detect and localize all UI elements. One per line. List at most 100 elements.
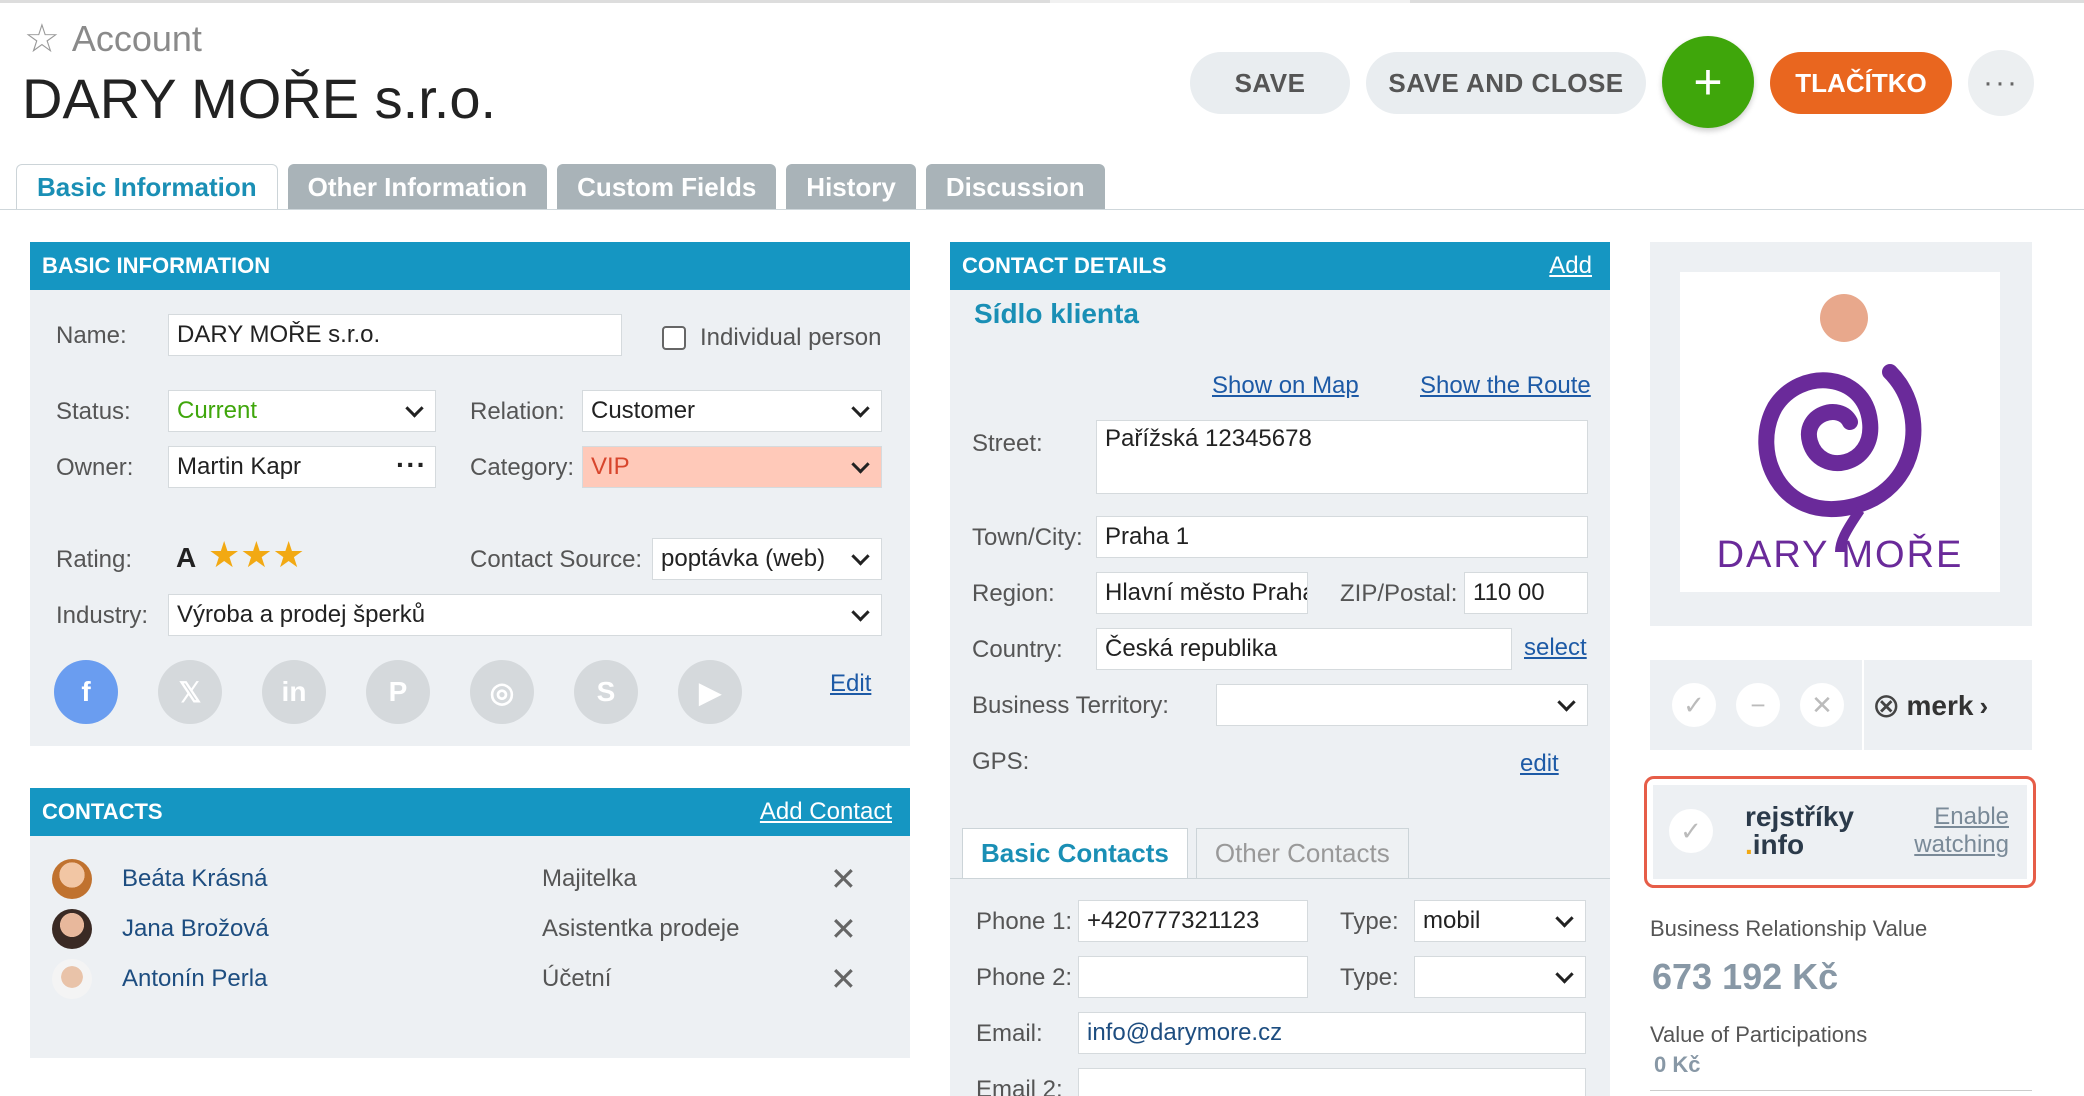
region-label: Region: — [972, 580, 1055, 607]
street-input[interactable]: Pařížská 12345678 — [1096, 420, 1588, 494]
region-input[interactable]: Hlavní město Praha — [1096, 572, 1308, 614]
custom-action-button[interactable]: TLAČÍTKO — [1770, 52, 1952, 114]
name-label: Name: — [56, 322, 127, 349]
chevron-right-icon: › — [1979, 690, 1989, 721]
neutral-icon[interactable]: − — [1736, 683, 1780, 727]
phone2-type-select[interactable] — [1414, 956, 1586, 998]
business-relationship-value: 673 192 Kč — [1652, 956, 1839, 997]
contact-name[interactable]: Jana Brožová — [122, 915, 269, 943]
owner-picker-icon[interactable]: ··· — [396, 449, 427, 481]
tab-basic-contacts[interactable]: Basic Contacts — [962, 828, 1188, 878]
email2-input[interactable] — [1078, 1068, 1586, 1096]
status-select[interactable]: Current — [168, 390, 436, 432]
phone1-type-select[interactable]: mobil — [1414, 900, 1586, 942]
add-address-link[interactable]: Add — [1549, 252, 1592, 280]
linkedin-icon[interactable]: in — [262, 660, 326, 724]
business-territory-select[interactable] — [1216, 684, 1588, 726]
contact-name[interactable]: Beáta Krásná — [122, 865, 267, 893]
avatar — [52, 859, 92, 899]
reject-icon[interactable]: ✕ — [1800, 683, 1844, 727]
select-country-link[interactable]: select — [1524, 634, 1587, 662]
x-twitter-icon[interactable]: 𝕏 — [158, 660, 222, 724]
show-on-map-link[interactable]: Show on Map — [1212, 372, 1359, 400]
panel-header: CONTACT DETAILS Add — [950, 242, 1610, 290]
status-label: Status: — [56, 398, 131, 425]
logo-text: DARY MOŘE — [1716, 534, 1964, 576]
add-button[interactable]: + — [1662, 36, 1754, 128]
category-select[interactable]: VIP — [582, 446, 882, 488]
company-logo[interactable]: DARY MOŘE — [1680, 272, 2000, 592]
industry-select[interactable]: Výroba a prodej šperků — [168, 594, 882, 636]
pinterest-icon[interactable]: P — [366, 660, 430, 724]
contact-row[interactable]: Antonín Perla Účetní ✕ — [30, 954, 916, 1004]
zip-input[interactable]: 110 00 — [1464, 572, 1588, 614]
tab-other-information[interactable]: Other Information — [287, 164, 548, 210]
rejstriky-line1: rejstříky — [1745, 801, 1854, 832]
country-input[interactable]: Česká republika — [1096, 628, 1512, 670]
company-logo-box: DARY MOŘE — [1650, 242, 2032, 626]
rejstriky-line2: info — [1752, 829, 1805, 860]
email-label: Email: — [976, 1020, 1043, 1047]
more-options-button[interactable]: ··· — [1968, 50, 2034, 116]
individual-person-label: Individual person — [700, 324, 882, 351]
save-and-close-button[interactable]: SAVE AND CLOSE — [1366, 52, 1646, 114]
merk-link[interactable]: ⊗ merk › — [1872, 686, 1988, 726]
panel-title: CONTACT DETAILS — [962, 253, 1167, 278]
remove-contact-icon[interactable]: ✕ — [830, 860, 857, 898]
star-icon[interactable]: ☆ — [24, 16, 60, 62]
rejstriky-highlight: ✓ rejstříky . info Enable watching — [1644, 776, 2036, 888]
facebook-icon[interactable]: f — [54, 660, 118, 724]
industry-label: Industry: — [56, 602, 149, 629]
add-contact-link[interactable]: Add Contact — [760, 798, 892, 826]
zip-label: ZIP/Postal: — [1340, 580, 1458, 607]
youtube-icon[interactable]: ▶ — [678, 660, 742, 724]
instagram-icon[interactable]: ◎ — [470, 660, 534, 724]
contact-role: Asistentka prodeje — [542, 915, 740, 942]
edit-social-link[interactable]: Edit — [830, 670, 871, 698]
contact-row[interactable]: Beáta Krásná Majitelka ✕ — [30, 854, 916, 904]
show-route-link[interactable]: Show the Route — [1420, 372, 1591, 400]
rating-label: Rating: — [56, 546, 133, 573]
avatar — [52, 909, 92, 949]
tab-history[interactable]: History — [786, 164, 916, 210]
email-input[interactable]: info@darymore.cz — [1078, 1012, 1586, 1054]
phone2-input[interactable] — [1078, 956, 1308, 998]
approve-icon[interactable]: ✓ — [1672, 683, 1716, 727]
owner-field[interactable]: Martin Kapr ··· — [168, 446, 436, 488]
remove-contact-icon[interactable]: ✕ — [830, 960, 857, 998]
subtabs-divider — [950, 878, 1610, 879]
name-input[interactable]: DARY MOŘE s.r.o. — [168, 314, 622, 356]
entity-type: ☆ Account — [24, 16, 202, 62]
relation-label: Relation: — [470, 398, 565, 425]
merk-logo-icon: ⊗ — [1872, 687, 1901, 725]
basic-information-panel: BASIC INFORMATION Name: DARY MOŘE s.r.o.… — [30, 242, 910, 746]
type1-label: Type: — [1340, 908, 1399, 935]
tab-basic-information[interactable]: Basic Information — [16, 164, 278, 210]
gps-edit-link[interactable]: edit — [1520, 750, 1559, 778]
enable-watching-link[interactable]: Enable watching — [1914, 803, 2009, 859]
tab-other-contacts[interactable]: Other Contacts — [1195, 828, 1409, 878]
owner-label: Owner: — [56, 454, 134, 481]
individual-person-checkbox[interactable] — [662, 326, 686, 350]
tab-discussion[interactable]: Discussion — [925, 164, 1105, 210]
contact-row[interactable]: Jana Brožová Asistentka prodeje ✕ — [30, 904, 916, 954]
skype-icon[interactable]: S — [574, 660, 638, 724]
rejstriky-logo: rejstříky . info — [1745, 803, 1854, 859]
enable-watching-line1: Enable — [1934, 803, 2009, 830]
email2-label: Email 2: — [976, 1076, 1063, 1096]
contact-source-select[interactable]: poptávka (web) — [652, 538, 882, 580]
save-button[interactable]: SAVE — [1190, 52, 1350, 114]
tab-custom-fields[interactable]: Custom Fields — [557, 164, 777, 210]
phone1-input[interactable]: +420777321123 — [1078, 900, 1308, 942]
city-input[interactable]: Praha 1 — [1096, 516, 1588, 558]
page-title: DARY MOŘE s.r.o. — [22, 67, 497, 130]
relation-select[interactable]: Customer — [582, 390, 882, 432]
rating-letter: A — [176, 542, 197, 573]
merk-label: merk — [1906, 690, 1974, 721]
panel-header: BASIC INFORMATION — [30, 242, 910, 290]
country-label: Country: — [972, 636, 1063, 663]
rating-stars-icon[interactable]: ★★★ — [208, 534, 305, 576]
remove-contact-icon[interactable]: ✕ — [830, 910, 857, 948]
dot-icon: . — [1745, 829, 1753, 860]
contact-name[interactable]: Antonín Perla — [122, 965, 267, 993]
